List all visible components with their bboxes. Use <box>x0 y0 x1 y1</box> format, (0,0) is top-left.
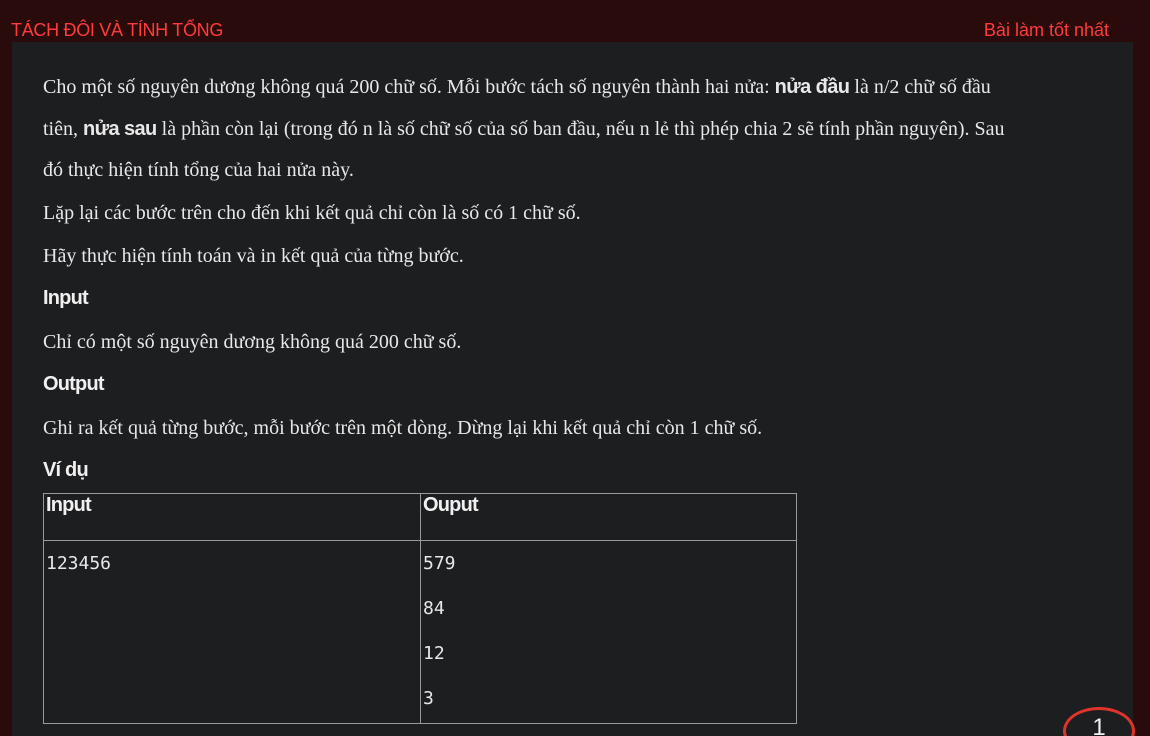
input-description: Chỉ có một số nguyên dương không quá 200… <box>43 331 462 353</box>
example-output-line: 12 <box>423 643 445 664</box>
statement-line-2: tiên, nửa sau là phần còn lại (trong đó … <box>43 108 1005 150</box>
example-output-line: 579 <box>423 553 456 574</box>
best-submission-link[interactable]: Bài làm tốt nhất <box>984 20 1109 41</box>
input-heading: Input <box>43 287 89 309</box>
statement-text: là phần còn lại (trong đó n là số chữ số… <box>156 118 1005 140</box>
statement-line-4: Lặp lại các bước trên cho đến khi kết qu… <box>43 202 581 224</box>
example-table-header-row: Input Ouput <box>43 493 797 541</box>
statement-line-5: Hãy thực hiện tính toán và in kết quả củ… <box>43 245 464 267</box>
example-heading: Ví dụ <box>43 459 89 481</box>
example-input-value: 123456 <box>46 553 112 574</box>
statement-bold-first-half: nửa đầu <box>774 76 850 98</box>
problem-content: Cho một số nguyên dương không quá 200 ch… <box>12 42 1133 736</box>
example-output-line: 84 <box>423 598 445 619</box>
example-input-cell: 123456 <box>43 540 421 724</box>
statement-line-3: đó thực hiện tính tổng của hai nửa này. <box>43 159 354 181</box>
example-table: Input Ouput 123456 579 84 12 3 <box>43 493 797 724</box>
output-heading: Output <box>43 373 105 395</box>
statement-line-1: Cho một số nguyên dương không quá 200 ch… <box>43 66 991 108</box>
statement-text: Cho một số nguyên dương không quá 200 ch… <box>43 76 775 98</box>
statement-text: tiên, <box>43 118 83 140</box>
problem-title: TÁCH ĐÔI VÀ TÍNH TỔNG <box>11 20 224 40</box>
example-output-column-header: Ouput <box>420 493 797 541</box>
example-table-row: 123456 579 84 12 3 <box>43 540 797 724</box>
output-description: Ghi ra kết quả từng bước, mỗi bước trên … <box>43 417 763 439</box>
statement-bold-second-half: nửa sau <box>83 118 157 140</box>
example-input-column-header: Input <box>43 493 421 541</box>
statement-text: là n/2 chữ số đầu <box>849 76 991 98</box>
example-output-line: 3 <box>423 688 434 709</box>
example-output-cell: 579 84 12 3 <box>420 540 797 724</box>
